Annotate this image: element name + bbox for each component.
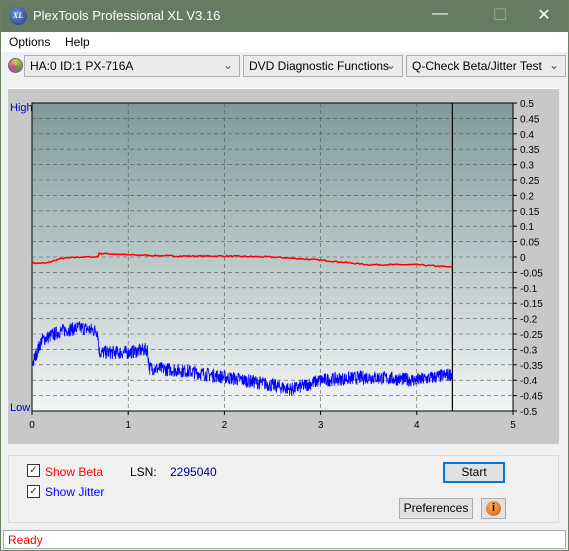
y-tick-label: -0.4	[520, 376, 538, 387]
preferences-button[interactable]: Preferences	[399, 498, 473, 519]
y-tick-label: -0.05	[520, 268, 543, 279]
y-tick-label: 0.15	[520, 207, 540, 218]
info-icon: i	[486, 501, 501, 516]
chevron-down-icon: ⌄	[385, 58, 396, 72]
drive-select[interactable]: HA:0 ID:1 PX-716A ⌄	[24, 55, 240, 77]
chart-area: High Low 0.5 0.45 0.4 0.35 0.3 0.25 0.2 0.15 0.1…	[8, 88, 559, 444]
y-tick-label: 0.5	[520, 99, 534, 110]
y-tick-label: -0.45	[520, 392, 543, 403]
beta-jitter-chart: High Low 0.50.450.40.350.30.250.20.150.1…	[10, 99, 543, 431]
function-group-value: DVD Diagnostic Functions	[249, 59, 390, 73]
y-tick-label: 0.4	[520, 130, 534, 141]
x-tick-label: 0	[29, 420, 35, 431]
close-button[interactable]: ✕	[529, 5, 559, 25]
y-tick-label: 0.25	[520, 176, 540, 187]
function-group-select[interactable]: DVD Diagnostic Functions ⌄	[243, 55, 403, 77]
toolbar: HA:0 ID:1 PX-716A ⌄ DVD Diagnostic Functi…	[1, 52, 568, 80]
y-tick-label: 0	[520, 253, 526, 264]
lsn-value: 2295040	[170, 465, 217, 479]
y-tick-label: 0.2	[520, 191, 534, 202]
show-jitter-checkbox[interactable]: ✓	[27, 485, 40, 498]
info-button[interactable]: i	[481, 498, 506, 519]
show-jitter-label[interactable]: Show Jitter	[45, 485, 104, 499]
menu-options[interactable]: Options	[9, 35, 50, 49]
y-tick-label: -0.35	[520, 361, 543, 372]
title-bar: XL PlexTools Professional XL V3.16 — ☐ ✕	[1, 1, 568, 32]
y-tick-label: 0.35	[520, 145, 540, 156]
disc-icon	[8, 58, 23, 73]
y-tick-label: 0.05	[520, 238, 540, 249]
y-tick-label: -0.25	[520, 330, 543, 341]
lsn-label: LSN:	[130, 465, 157, 479]
x-tick-label: 4	[414, 420, 420, 431]
x-tick-label: 5	[510, 420, 516, 431]
show-beta-label[interactable]: Show Beta	[45, 465, 103, 479]
x-tick-label: 3	[318, 420, 324, 431]
y-tick-label: -0.15	[520, 299, 543, 310]
y-tick-label: -0.3	[520, 345, 538, 356]
start-button[interactable]: Start	[443, 462, 505, 483]
controls-panel: ✓ Show Beta ✓ Show Jitter LSN: 2295040 S…	[8, 455, 559, 523]
maximize-button[interactable]: ☐	[485, 5, 515, 25]
y-tick-label: -0.2	[520, 315, 538, 326]
app-logo-icon: XL	[9, 7, 27, 25]
drive-value: HA:0 ID:1 PX-716A	[30, 59, 134, 73]
x-tick-label: 1	[125, 420, 131, 431]
window-title: PlexTools Professional XL V3.16	[33, 8, 221, 23]
high-label: High	[10, 102, 33, 114]
test-select[interactable]: Q-Check Beta/Jitter Test ⌄	[406, 55, 566, 77]
y-tick-label: 0.3	[520, 161, 534, 172]
menu-bar: Options Help	[1, 32, 568, 52]
y-tick-label: -0.5	[520, 407, 538, 418]
test-value: Q-Check Beta/Jitter Test	[412, 59, 542, 73]
status-bar: Ready	[3, 530, 566, 549]
x-tick-label: 2	[222, 420, 228, 431]
y-tick-label: 0.1	[520, 222, 534, 233]
low-label: Low	[10, 402, 30, 414]
chevron-down-icon: ⌄	[548, 58, 559, 72]
show-beta-checkbox[interactable]: ✓	[27, 464, 40, 477]
menu-help[interactable]: Help	[65, 35, 90, 49]
minimize-button[interactable]: —	[425, 5, 455, 23]
y-tick-label: 0.45	[520, 114, 540, 125]
y-tick-label: -0.1	[520, 284, 538, 295]
chevron-down-icon: ⌄	[222, 58, 233, 72]
